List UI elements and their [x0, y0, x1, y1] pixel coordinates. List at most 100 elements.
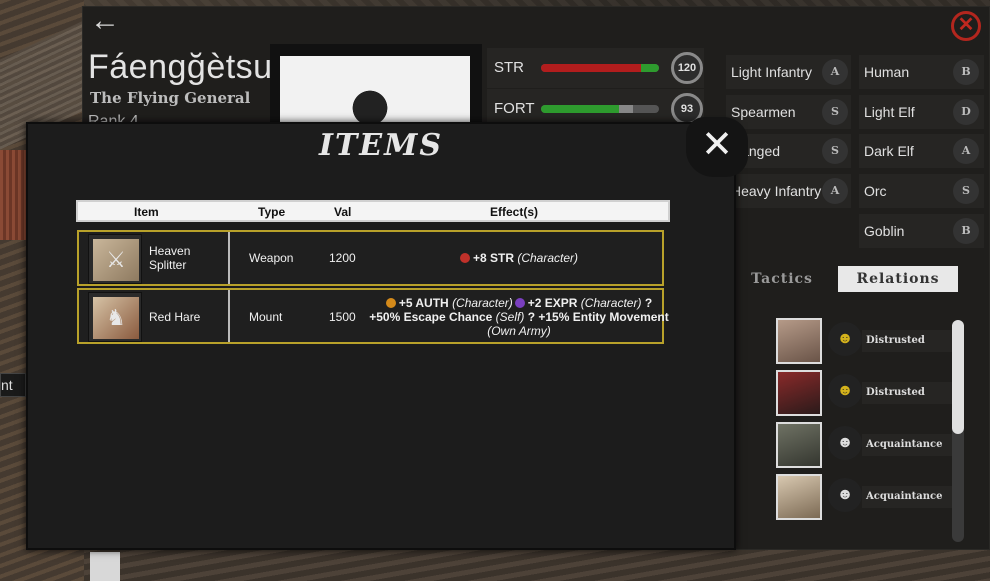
relation-item[interactable]: ☻ Acquaintance [770, 422, 970, 470]
effect-scope: (Self) [495, 310, 525, 324]
relation-portrait [776, 474, 822, 520]
item-type: Mount [249, 310, 283, 324]
auth-stat-icon [385, 298, 396, 308]
expr-stat-icon [514, 298, 525, 308]
affinity-name: Goblin [864, 223, 905, 239]
tab-relations[interactable]: Relations [838, 266, 958, 292]
item-row[interactable]: ♞ Red Hare Mount 1500 +5 AUTH (Character… [77, 288, 669, 344]
affinity-grade: A [822, 178, 848, 204]
arrow-left-icon[interactable]: ← [90, 6, 134, 36]
item-icon-art: ♞ [93, 297, 139, 339]
stat-bar-fill [541, 105, 619, 113]
close-circle-icon[interactable]: ✕ [951, 11, 981, 41]
items-table-header: Item Type Val Effect(s) [76, 200, 670, 222]
character-title: The Flying General [90, 89, 251, 107]
stat-bar-tip [641, 64, 659, 72]
affinity-dark-elf: Dark Elf A [859, 134, 984, 168]
effect-separator: ? [527, 310, 536, 324]
mask-yellow-icon: ☻ [828, 322, 862, 356]
mask-white-icon: ☻ [828, 426, 862, 460]
map-post [90, 552, 120, 581]
tab-tactics[interactable]: Tactics [736, 266, 828, 292]
item-name: Red Hare [149, 310, 200, 324]
affinity-human: Human B [859, 55, 984, 89]
modal-title: ITEMS [318, 128, 444, 163]
affinity-spearmen: Spearmen S [726, 95, 851, 129]
affinity-name: Dark Elf [864, 143, 914, 159]
affinity-grade: S [822, 138, 848, 164]
relations-scrollbar[interactable] [952, 320, 964, 542]
effect-scope: (Own Army) [487, 324, 551, 338]
character-name: Fáengğètsu [88, 48, 273, 86]
str-stat-icon [459, 253, 470, 263]
relation-status: Distrusted [862, 382, 954, 404]
effect-scope: (Character) [517, 251, 579, 265]
relation-portrait [776, 422, 822, 468]
item-name: Heaven Splitter [149, 244, 190, 272]
stat-bar [541, 105, 659, 113]
stat-row-str: STR 120 [487, 48, 704, 88]
column-divider [228, 232, 230, 284]
stat-label: FORT [494, 100, 535, 117]
relation-status: Acquaintance [862, 486, 954, 508]
item-name-line: Red Hare [149, 310, 201, 324]
effect-text: +2 EXPR [527, 296, 578, 310]
affinity-grade: B [953, 59, 979, 85]
relation-item[interactable]: ☻ Distrusted [770, 318, 970, 366]
item-effects: +5 AUTH (Character) +2 EXPR (Character) ?… [369, 296, 669, 338]
stat-bar-tip [619, 105, 633, 113]
affinity-grade: S [822, 99, 848, 125]
affinity-name: Light Elf [864, 104, 915, 120]
affinity-name: Light Infantry [731, 64, 812, 80]
portrait-hair [350, 84, 390, 124]
map-background-bottom [84, 548, 990, 581]
affinity-grade: A [953, 138, 979, 164]
affinity-name: Spearmen [731, 104, 796, 120]
scrollbar-thumb[interactable] [952, 320, 964, 434]
item-row[interactable]: ⚔ Heaven Splitter Weapon 1200 +8 STR (Ch… [77, 230, 664, 286]
mask-yellow-icon: ☻ [828, 374, 862, 408]
stat-label: STR [494, 59, 524, 76]
item-name-line: Heaven [149, 244, 191, 258]
item-value: 1500 [329, 310, 356, 324]
affinity-orc: Orc S [859, 174, 984, 208]
affinity-name: Human [864, 64, 910, 80]
stat-bar [541, 64, 659, 72]
affinity-grade: A [822, 59, 848, 85]
stat-bar-fill [541, 64, 641, 72]
column-header-item: Item [134, 205, 159, 219]
effect-text: +8 STR [472, 251, 514, 265]
affinity-light-infantry: Light Infantry A [726, 55, 851, 89]
effect-text: +5 AUTH [398, 296, 449, 310]
column-header-effects: Effect(s) [490, 205, 539, 219]
relation-item[interactable]: ☻ Acquaintance [770, 474, 970, 522]
effect-text: +50% Escape Chance [369, 310, 493, 324]
close-x-icon[interactable]: ✕ [686, 117, 748, 177]
affinity-light-elf: Light Elf D [859, 95, 984, 129]
affinity-goblin: Goblin B [859, 214, 984, 248]
column-header-val: Val [334, 205, 352, 219]
effect-scope: (Character) [580, 296, 642, 310]
map-label: nt [0, 373, 26, 397]
column-header-type: Type [258, 205, 286, 219]
effect-scope: (Character) [452, 296, 513, 310]
effect-text: +15% Entity Movement [538, 310, 669, 324]
mask-white-icon: ☻ [828, 478, 862, 512]
affinity-name: Orc [864, 183, 887, 199]
relation-portrait [776, 318, 822, 364]
relation-portrait [776, 370, 822, 416]
effect-separator: ? [644, 296, 653, 310]
item-icon-art: ⚔ [93, 239, 139, 281]
character-portrait [270, 44, 482, 126]
item-name-line: Splitter [149, 258, 187, 272]
affinity-grade: D [953, 99, 979, 125]
affinity-heavy-infantry: Heavy Infantry A [726, 174, 851, 208]
relation-status: Acquaintance [862, 434, 954, 456]
horse-icon: ♞ [88, 292, 142, 342]
affinity-grade: S [953, 178, 979, 204]
column-divider [228, 290, 230, 342]
affinity-grade: B [953, 218, 979, 244]
affinity-name: Heavy Infantry [731, 183, 822, 199]
relation-item[interactable]: ☻ Distrusted [770, 370, 970, 418]
relation-status: Distrusted [862, 330, 954, 352]
